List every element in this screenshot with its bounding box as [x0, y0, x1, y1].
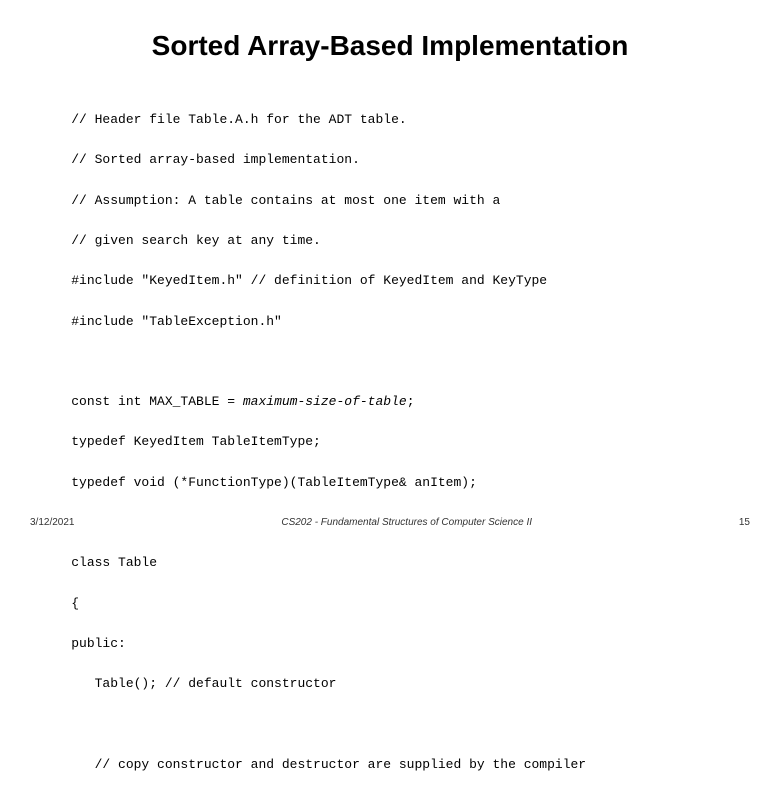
code-line-10: typedef void (*FunctionType)(TableItemTy…: [71, 475, 477, 490]
code-line-5: #include "KeyedItem.h" // definition of …: [71, 273, 547, 288]
code-line-4: // given search key at any time.: [71, 233, 321, 248]
code-line-9: typedef KeyedItem TableItemType;: [71, 434, 321, 449]
code-line-15: Table(); // default constructor: [71, 676, 336, 691]
code-line-1: // Header file Table.A.h for the ADT tab…: [71, 112, 406, 127]
code-line-17: // copy constructor and destructor are s…: [71, 757, 586, 772]
slide: Sorted Array-Based Implementation // Hea…: [0, 0, 780, 540]
footer: 3/12/2021 CS202 - Fundamental Structures…: [0, 517, 780, 528]
footer-page: 15: [739, 517, 750, 528]
footer-date: 3/12/2021: [30, 517, 75, 528]
code-line-2: // Sorted array-based implementation.: [71, 152, 360, 167]
code-line-12: class Table: [71, 555, 157, 570]
slide-title: Sorted Array-Based Implementation: [40, 30, 740, 62]
code-line-8: const int MAX_TABLE = maximum-size-of-ta…: [71, 394, 414, 409]
code-line-3: // Assumption: A table contains at most …: [71, 193, 500, 208]
code-block: // Header file Table.A.h for the ADT tab…: [40, 90, 740, 795]
footer-course: CS202 - Fundamental Structures of Comput…: [281, 517, 532, 528]
code-line-6: #include "TableException.h": [71, 314, 282, 329]
code-line-13: {: [71, 596, 79, 611]
code-line-14: public:: [71, 636, 126, 651]
